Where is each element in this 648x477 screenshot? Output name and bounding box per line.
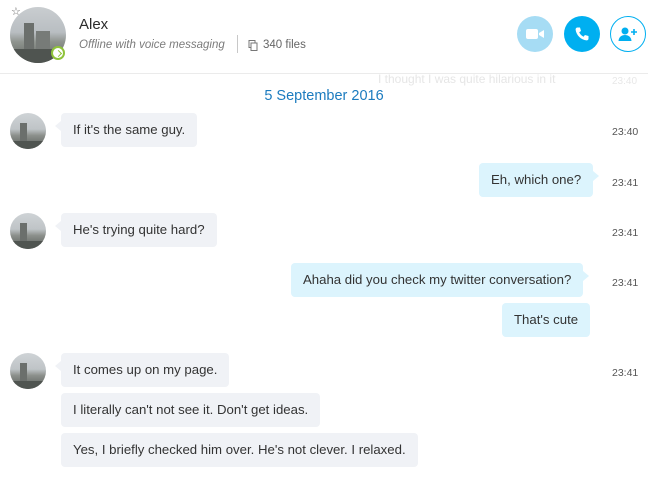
files-count[interactable]: 340 files — [263, 39, 306, 51]
audio-call-icon — [575, 27, 589, 41]
message-bubble-outgoing[interactable]: Eh, which one? — [479, 163, 600, 197]
message-time: 23:41 — [612, 227, 639, 239]
date-separator: 5 September 2016 — [264, 88, 384, 104]
audio-call-button[interactable] — [564, 16, 600, 52]
message-bubble-incoming[interactable]: If it's the same guy. — [54, 113, 198, 147]
sender-avatar[interactable] — [10, 353, 46, 389]
video-call-button[interactable] — [517, 16, 553, 52]
sender-avatar[interactable] — [10, 213, 46, 249]
sender-avatar[interactable] — [10, 113, 46, 149]
message-time: 23:40 — [612, 126, 639, 138]
message-time: 23:41 — [612, 367, 639, 379]
message-bubble-outgoing[interactable]: That's cute — [502, 303, 591, 337]
add-people-button[interactable] — [610, 16, 646, 52]
files-icon[interactable] — [248, 40, 258, 51]
message-bubble-incoming[interactable]: He's trying quite hard? — [55, 213, 217, 247]
message-bubble-incoming[interactable]: I literally can't not see it. Don't get … — [61, 393, 321, 427]
video-call-icon — [526, 29, 544, 39]
star-icon[interactable]: ☆ — [11, 5, 21, 18]
message-bubble-incoming[interactable]: Yes, I briefly checked him over. He's no… — [61, 433, 418, 467]
conversation-header: ☆ Alex Offline with voice messaging 340 … — [0, 0, 648, 74]
header-divider — [237, 35, 238, 53]
message-bubble-outgoing[interactable]: Ahaha did you check my twitter conversat… — [291, 263, 590, 297]
status-text: Offline with voice messaging — [79, 39, 225, 51]
add-people-icon — [618, 27, 637, 41]
message-bubble-incoming[interactable]: It comes up on my page. — [54, 353, 230, 387]
previous-message-time: 23:40 — [612, 76, 638, 87]
previous-message-faded: I thought I was quite hilarious in it — [378, 72, 556, 86]
contact-name[interactable]: Alex — [79, 16, 108, 33]
message-time: 23:41 — [612, 277, 639, 289]
presence-icon — [51, 46, 65, 60]
message-time: 23:41 — [612, 177, 639, 189]
